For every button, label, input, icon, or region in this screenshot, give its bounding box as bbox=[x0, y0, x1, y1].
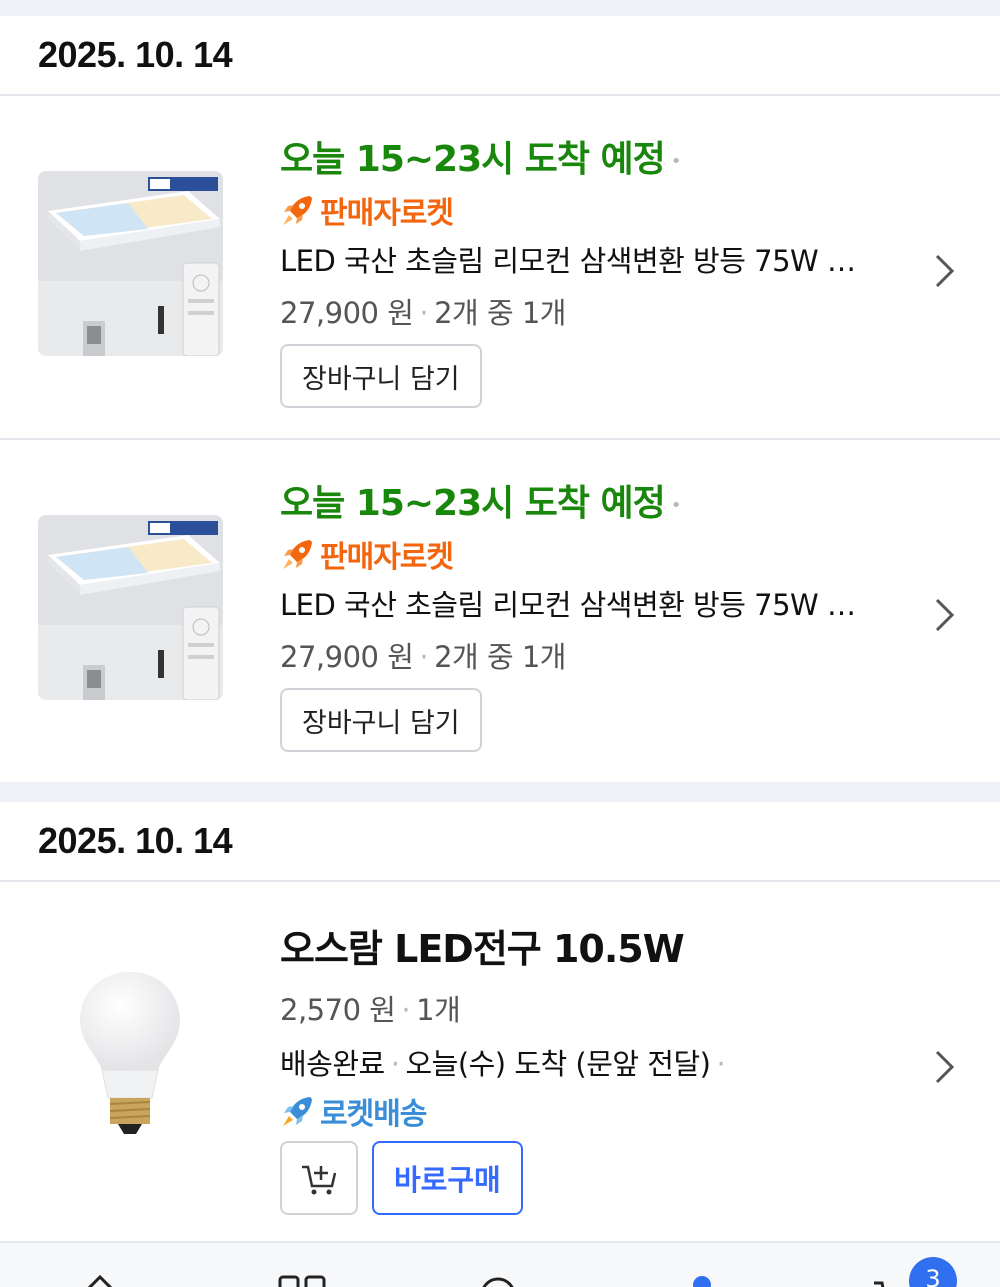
product-name[interactable]: LED 국산 초슬림 리모컨 삼색변환 방등 75W 삼성칩 bbox=[280, 582, 880, 624]
product-price: 2,570 원 bbox=[280, 993, 396, 1027]
product-image-ceiling-light[interactable] bbox=[38, 515, 223, 700]
order-date: 2025. 10. 14 bbox=[38, 820, 233, 861]
order-item[interactable]: 오늘 15~23시 도착 예정 • 판매자로켓 LED 국산 초슬림 리모컨 삼색… bbox=[0, 440, 1000, 782]
product-quantity: 1개 bbox=[416, 993, 461, 1027]
home-icon[interactable] bbox=[82, 1273, 118, 1287]
order-item[interactable]: 오늘 15~23시 도착 예정 • 판매자로켓 LED 국산 초슬림 리모컨 삼색… bbox=[0, 96, 1000, 440]
add-to-cart-button[interactable]: 장바구니 담기 bbox=[280, 344, 482, 408]
buy-now-button[interactable]: 바로구매 bbox=[372, 1141, 523, 1215]
order-item-info: 오스람 LED전구 10.5W 2,570 원 · 1개 배송완료 · 오늘(수) 도착… bbox=[280, 918, 880, 1215]
order-item[interactable]: 오스람 LED전구 10.5W 2,570 원 · 1개 배송완료 · 오늘(수) 도착… bbox=[0, 882, 1000, 1241]
arrival-estimate: 오늘 15~23시 도착 예정 • bbox=[280, 483, 681, 524]
order-item-info: 오늘 15~23시 도착 예정 • 판매자로켓 LED 국산 초슬림 리모컨 삼색… bbox=[280, 130, 880, 408]
product-image-led-bulb[interactable] bbox=[38, 962, 223, 1147]
order-group: 2025. 10. 14 bbox=[0, 16, 1000, 782]
seller-rocket-badge: 판매자로켓 bbox=[280, 190, 880, 231]
add-to-cart-button[interactable]: 장바구니 담기 bbox=[280, 688, 482, 752]
category-icon[interactable] bbox=[278, 1273, 326, 1287]
product-quantity: 2개 중 1개 bbox=[434, 640, 566, 674]
order-date-header: 2025. 10. 14 bbox=[0, 802, 1000, 882]
cart-plus-icon bbox=[302, 1165, 337, 1195]
chevron-right-icon[interactable] bbox=[932, 251, 958, 291]
rocket-icon bbox=[283, 196, 312, 225]
chevron-right-icon[interactable] bbox=[932, 595, 958, 635]
price-quantity: 27,900 원 · 2개 중 1개 bbox=[280, 640, 566, 674]
delivery-status-row: 배송완료 · 오늘(수) 도착 (문앞 전달) · bbox=[280, 1047, 726, 1081]
product-quantity: 2개 중 1개 bbox=[434, 296, 566, 330]
order-actions: 바로구매 bbox=[280, 1141, 880, 1215]
mycoupang-icon[interactable] bbox=[690, 1273, 714, 1287]
product-image-ceiling-light[interactable] bbox=[38, 171, 223, 356]
chevron-right-icon[interactable] bbox=[932, 1047, 958, 1087]
product-name[interactable]: LED 국산 초슬림 리모컨 삼색변환 방등 75W 삼성칩 bbox=[280, 238, 880, 280]
delivery-status: 배송완료 bbox=[280, 1047, 385, 1081]
order-item-info: 오늘 15~23시 도착 예정 • 판매자로켓 LED 국산 초슬림 리모컨 삼색… bbox=[280, 474, 880, 752]
product-price: 27,900 원 bbox=[280, 640, 414, 674]
order-date: 2025. 10. 14 bbox=[38, 34, 233, 75]
search-icon[interactable] bbox=[478, 1273, 518, 1287]
product-price: 27,900 원 bbox=[280, 296, 414, 330]
order-list-page: 2025. 10. 14 오늘 15~23시 도착 예정 • 판매자로켓 LED… bbox=[0, 0, 1000, 1287]
seller-rocket-badge: 판매자로켓 bbox=[280, 534, 880, 575]
order-date-header: 2025. 10. 14 bbox=[0, 16, 1000, 96]
delivery-detail: 오늘(수) 도착 (문앞 전달) bbox=[405, 1047, 711, 1081]
rocket-icon bbox=[283, 1097, 312, 1126]
price-quantity: 2,570 원 · 1개 bbox=[280, 993, 461, 1027]
rocket-delivery-badge: 로켓배송 bbox=[280, 1091, 880, 1132]
bottom-navigation bbox=[0, 1241, 1000, 1287]
order-group: 2025. 10. 14 bbox=[0, 802, 1000, 1241]
cart-icon[interactable] bbox=[872, 1273, 912, 1287]
product-name[interactable]: 오스람 LED전구 10.5W bbox=[280, 918, 880, 973]
add-to-cart-button[interactable] bbox=[280, 1141, 358, 1215]
rocket-icon bbox=[283, 540, 312, 569]
price-quantity: 27,900 원 · 2개 중 1개 bbox=[280, 296, 566, 330]
arrival-estimate: 오늘 15~23시 도착 예정 • bbox=[280, 139, 681, 180]
